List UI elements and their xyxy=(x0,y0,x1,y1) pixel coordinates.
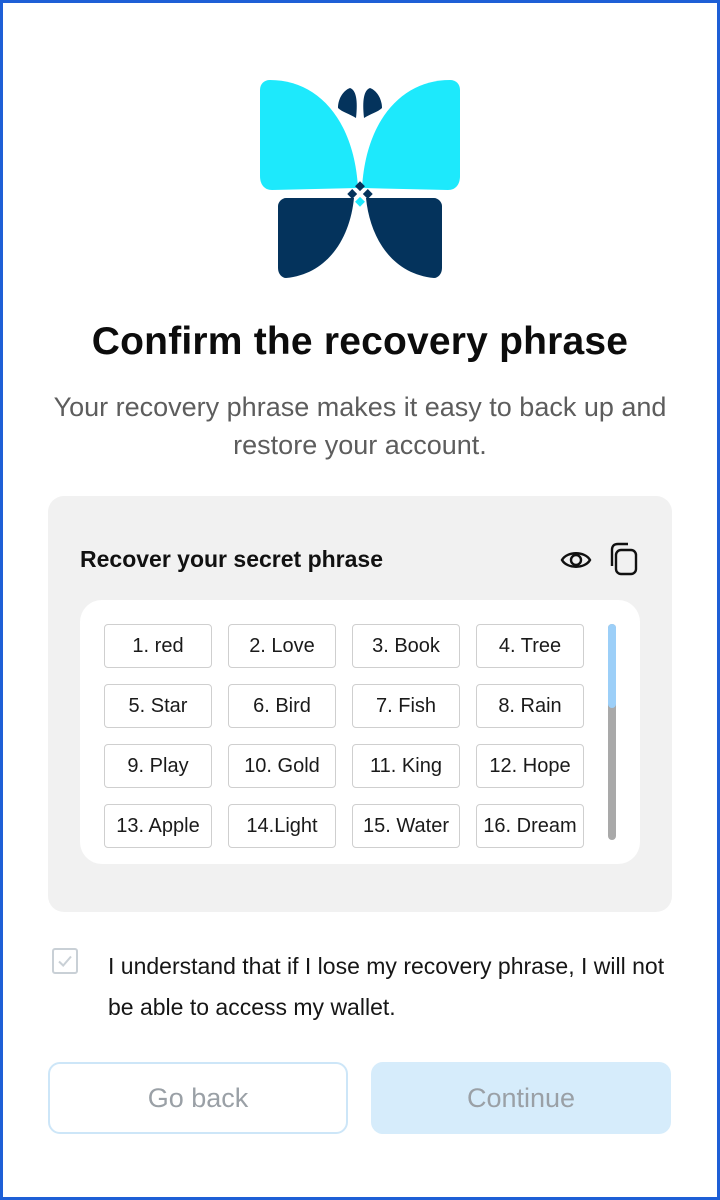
card-title: Recover your secret phrase xyxy=(80,546,383,572)
phrase-grid: 1. red 2. Love 3. Book 4. Tree 5. Star 6… xyxy=(104,624,584,848)
phrase-word: 11. King xyxy=(352,744,460,788)
phrase-word: 5. Star xyxy=(104,684,212,728)
phrase-word: 2. Love xyxy=(228,624,336,668)
agree-checkbox[interactable] xyxy=(52,948,78,974)
page-title: Confirm the recovery phrase xyxy=(91,320,629,363)
agreement-text: I understand that if I lose my recovery … xyxy=(108,953,665,1020)
continue-button[interactable]: Continue xyxy=(371,1062,671,1134)
check-icon xyxy=(58,955,72,967)
phrase-word: 14.Light xyxy=(228,804,336,848)
copy-icon[interactable] xyxy=(608,542,640,576)
phrase-list: 1. red 2. Love 3. Book 4. Tree 5. Star 6… xyxy=(80,600,640,864)
phrase-word: 4. Tree xyxy=(476,624,584,668)
phrase-word: 16. Dream xyxy=(476,804,584,848)
phrase-word: 10. Gold xyxy=(228,744,336,788)
phrase-word: 1. red xyxy=(104,624,212,668)
page-subtitle: Your recovery phrase makes it easy to ba… xyxy=(53,392,667,460)
scrollbar-thumb[interactable] xyxy=(608,624,616,708)
phrase-word: 3. Book xyxy=(352,624,460,668)
phrase-word: 15. Water xyxy=(352,804,460,848)
phrase-word: 8. Rain xyxy=(476,684,584,728)
phrase-word: 9. Play xyxy=(104,744,212,788)
phrase-scrollbar[interactable] xyxy=(608,624,616,840)
butterfly-logo xyxy=(260,80,460,278)
phrase-word: 12. Hope xyxy=(476,744,584,788)
recovery-phrase-card: Recover your secret phrase 1. red 2. Lov… xyxy=(48,496,672,912)
phrase-word: 6. Bird xyxy=(228,684,336,728)
phrase-word: 13. Apple xyxy=(104,804,212,848)
phrase-word: 7. Fish xyxy=(352,684,460,728)
eye-icon[interactable] xyxy=(560,544,592,576)
go-back-button[interactable]: Go back xyxy=(48,1062,348,1134)
